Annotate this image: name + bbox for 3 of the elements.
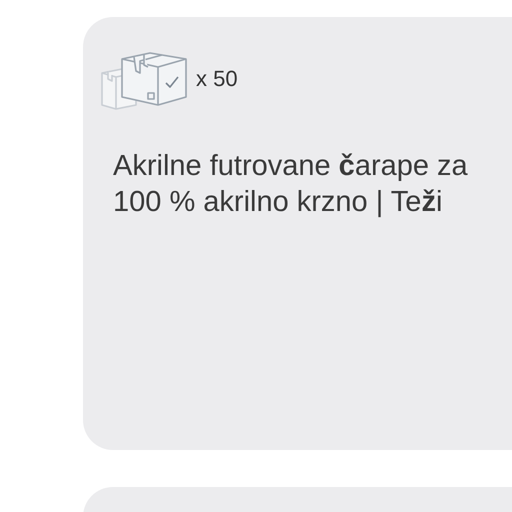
quantity-label: x 50 xyxy=(196,64,238,92)
description-line: Akrilne futrovane čarape za xyxy=(113,149,469,184)
description-line: 100 % akrilno krzno | Teži xyxy=(113,185,444,220)
